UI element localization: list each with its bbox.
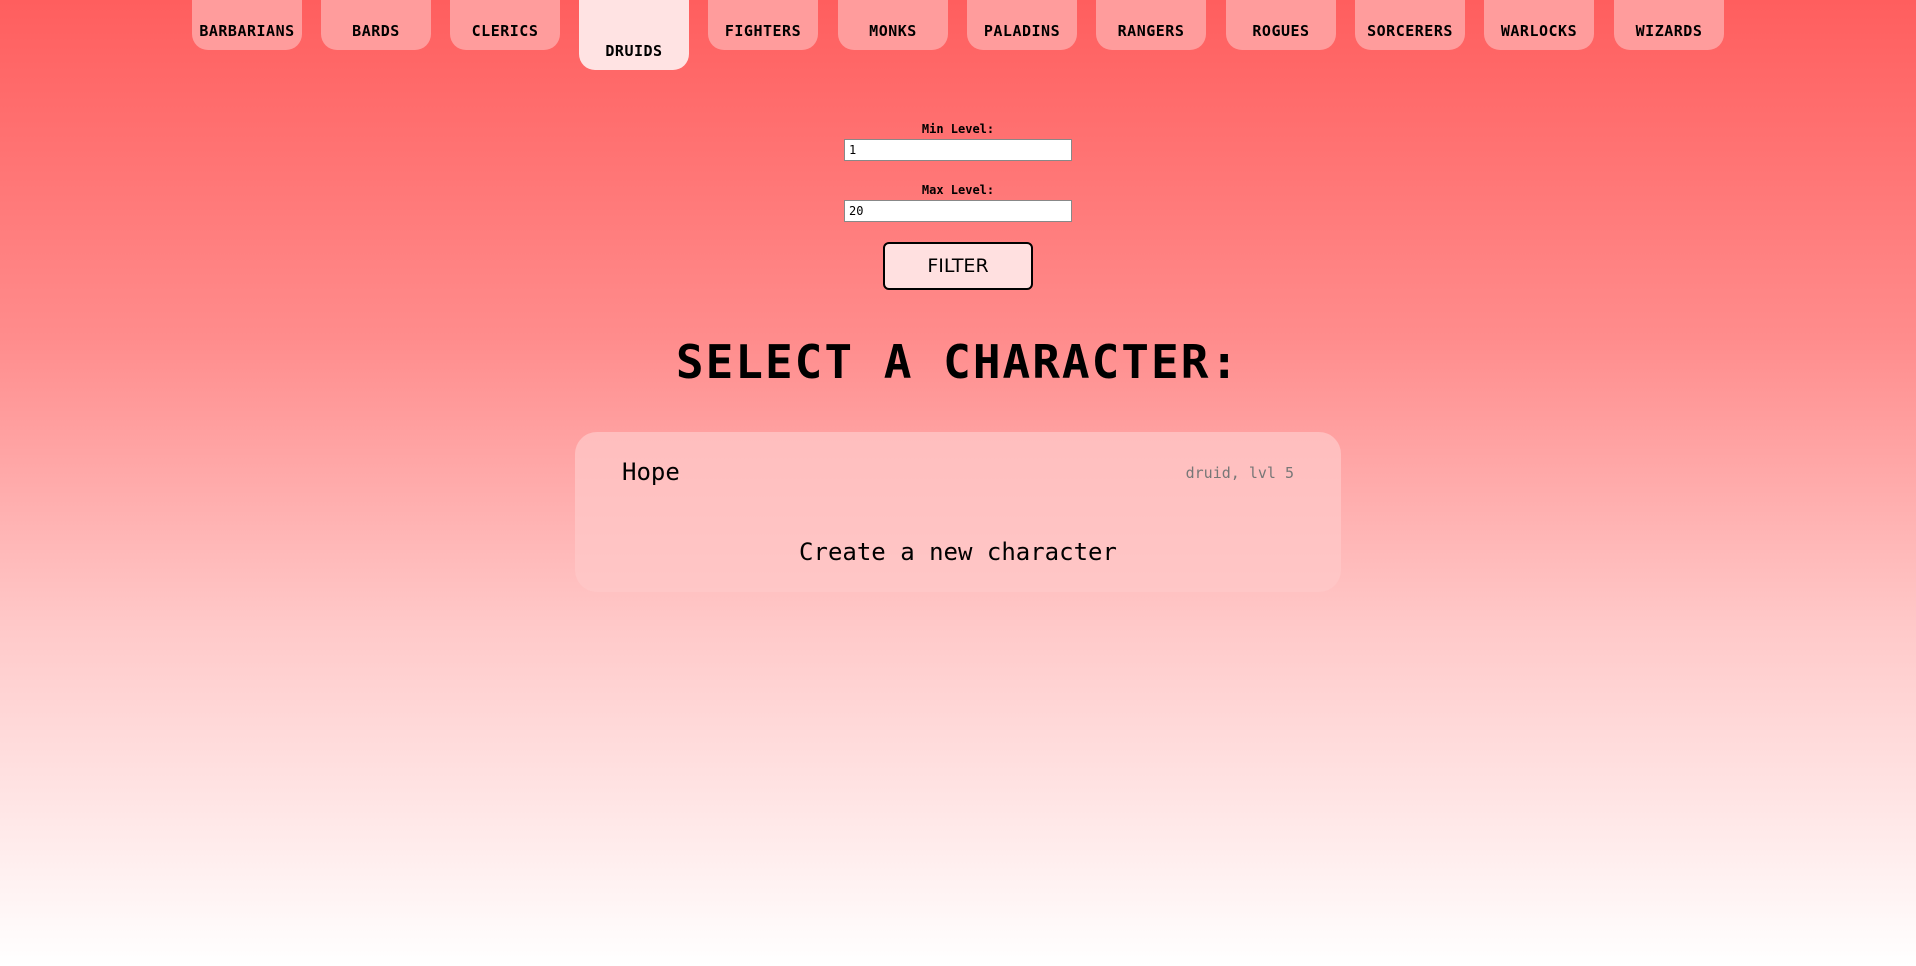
max-level-label: Max Level: (921, 183, 995, 197)
tab-barbarians[interactable]: BARBARIANS (192, 0, 302, 50)
tab-label: WARLOCKS (1500, 22, 1578, 40)
tab-rangers[interactable]: RANGERS (1096, 0, 1206, 50)
tab-label: BARBARIANS (199, 22, 295, 40)
tab-druids[interactable]: DRUIDS (579, 0, 689, 70)
create-character-link[interactable]: Create a new character (575, 538, 1341, 566)
tab-label: SORCERERS (1367, 22, 1453, 40)
tab-label: MONKS (869, 22, 917, 40)
tab-label: FIGHTERS (724, 22, 802, 40)
page-title: SELECT A CHARACTER: (675, 335, 1241, 389)
tab-label: ROGUES (1252, 22, 1310, 40)
character-class-level: druid, lvl 5 (1185, 464, 1294, 482)
character-name: Hope (622, 458, 680, 486)
tab-warlocks[interactable]: WARLOCKS (1484, 0, 1594, 50)
tab-bards[interactable]: BARDS (321, 0, 431, 50)
tab-sorcerers[interactable]: SORCERERS (1355, 0, 1465, 50)
filter-button[interactable]: FILTER (883, 242, 1033, 290)
tab-label: RANGERS (1117, 22, 1185, 40)
max-level-input[interactable] (844, 200, 1072, 222)
tab-monks[interactable]: MONKS (838, 0, 948, 50)
character-list: Hope druid, lvl 5 Create a new character (575, 432, 1341, 592)
tab-wizards[interactable]: WIZARDS (1614, 0, 1724, 50)
tab-label: CLERICS (471, 22, 539, 40)
max-level-group: Max Level: (0, 183, 1916, 222)
tab-label: DRUIDS (605, 42, 663, 60)
class-tab-bar: BARBARIANS BARDS CLERICS DRUIDS FIGHTERS… (0, 0, 1916, 72)
min-level-label: Min Level: (921, 122, 995, 136)
character-item[interactable]: Hope druid, lvl 5 (575, 458, 1341, 498)
tab-label: PALADINS (983, 22, 1061, 40)
tab-label: BARDS (352, 22, 400, 40)
tab-clerics[interactable]: CLERICS (450, 0, 560, 50)
tab-paladins[interactable]: PALADINS (967, 0, 1077, 50)
tab-rogues[interactable]: ROGUES (1226, 0, 1336, 50)
min-level-group: Min Level: (0, 122, 1916, 161)
tab-label: WIZARDS (1635, 22, 1703, 40)
tab-fighters[interactable]: FIGHTERS (708, 0, 818, 50)
min-level-input[interactable] (844, 139, 1072, 161)
